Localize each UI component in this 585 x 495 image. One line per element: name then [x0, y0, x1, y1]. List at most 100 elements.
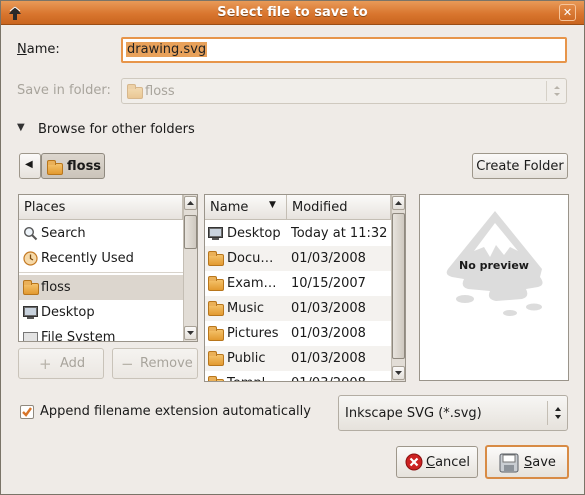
- places-separator: [19, 272, 183, 273]
- file-name: Pictures: [227, 326, 279, 341]
- places-pane: Places Search Recently Used floss Deskto…: [18, 194, 198, 342]
- file-row[interactable]: Docu… 01/03/2008: [205, 246, 391, 271]
- places-item-floss[interactable]: floss: [19, 275, 183, 300]
- save-dialog-window: Select file to save to ✕ Name: drawing.s…: [0, 0, 585, 495]
- file-row[interactable]: Public 01/03/2008: [205, 346, 391, 371]
- folder-icon: [208, 376, 224, 381]
- title-bar[interactable]: Select file to save to ✕: [1, 1, 584, 25]
- places-item-label: File System: [41, 330, 116, 342]
- cancel-label: Cancel: [426, 455, 471, 470]
- path-folder-button[interactable]: floss: [41, 153, 105, 179]
- combo-arrows-icon: [547, 401, 567, 425]
- places-item-label: Recently Used: [41, 251, 134, 266]
- places-scrollbar[interactable]: [183, 195, 197, 341]
- file-name: Desktop: [227, 226, 281, 241]
- filename-value: drawing.svg: [126, 42, 208, 57]
- scroll-thumb[interactable]: [184, 215, 197, 249]
- file-modified: 01/03/2008: [291, 376, 366, 381]
- file-name: Exam…: [227, 276, 277, 291]
- file-type-value: Inkscape SVG (*.svg): [345, 406, 482, 421]
- file-name: Public: [227, 351, 266, 366]
- column-header-name[interactable]: Name ▼: [205, 195, 287, 220]
- append-extension-label: Append filename extension automatically: [40, 404, 311, 419]
- create-folder-label: Create Folder: [476, 159, 564, 174]
- sort-descending-icon: ▼: [269, 200, 276, 210]
- scroll-down-icon[interactable]: [184, 326, 197, 340]
- file-modified: 01/03/2008: [291, 326, 366, 341]
- scroll-down-icon[interactable]: [392, 366, 405, 380]
- places-item-recent[interactable]: Recently Used: [19, 246, 183, 271]
- combo-arrows-icon: [546, 81, 566, 101]
- path-folder-label: floss: [67, 159, 102, 174]
- desktop-icon: [208, 227, 223, 240]
- home-folder-icon: [47, 160, 63, 175]
- file-name: Templ…: [227, 376, 278, 381]
- drive-icon: [23, 332, 38, 341]
- folder-icon: [208, 276, 224, 291]
- preview-pane: No preview: [419, 194, 569, 381]
- file-row[interactable]: Templ… 01/03/2008: [205, 371, 391, 381]
- file-modified: 01/03/2008: [291, 301, 366, 316]
- save-in-folder-combo: floss: [121, 78, 567, 104]
- path-back-button[interactable]: ◀: [19, 153, 41, 179]
- save-button[interactable]: Save: [485, 445, 569, 479]
- desktop-icon: [23, 306, 38, 319]
- browse-folders-label: Browse for other folders: [38, 122, 195, 137]
- file-type-select[interactable]: Inkscape SVG (*.svg): [338, 395, 568, 431]
- folder-icon: [208, 326, 224, 341]
- home-folder-icon: [23, 280, 39, 295]
- remove-bookmark-button[interactable]: − Remove: [112, 348, 198, 379]
- file-modified: 01/03/2008: [291, 251, 366, 266]
- file-row[interactable]: Desktop Today at 11:32: [205, 221, 391, 246]
- add-bookmark-button[interactable]: + Add: [18, 348, 104, 379]
- floppy-disk-icon: [499, 453, 519, 473]
- cancel-button[interactable]: Cancel: [396, 446, 478, 478]
- remove-bookmark-label: Remove: [140, 356, 193, 371]
- search-icon: [23, 226, 38, 241]
- no-preview-text: No preview: [459, 259, 529, 272]
- save-label-rest: ave: [532, 455, 556, 470]
- create-folder-button[interactable]: Create Folder: [472, 153, 568, 179]
- file-modified: 01/03/2008: [291, 351, 366, 366]
- save-in-folder-value: floss: [145, 84, 175, 99]
- places-item-label: Desktop: [41, 305, 95, 320]
- folder-icon: [127, 84, 143, 99]
- file-name: Docu…: [227, 251, 274, 266]
- cancel-icon: [405, 453, 423, 471]
- name-label-mnemonic: N: [17, 42, 27, 57]
- close-icon[interactable]: ✕: [559, 4, 576, 21]
- recent-icon: [23, 251, 38, 266]
- column-header-modified[interactable]: Modified: [287, 195, 391, 220]
- scroll-up-icon[interactable]: [184, 196, 197, 210]
- places-item-search[interactable]: Search: [19, 221, 183, 246]
- file-row[interactable]: Music 01/03/2008: [205, 296, 391, 321]
- remove-icon: −: [121, 355, 134, 373]
- places-item-label: Search: [41, 226, 86, 241]
- places-item-filesystem[interactable]: File System: [19, 325, 183, 342]
- file-row[interactable]: Pictures 01/03/2008: [205, 321, 391, 346]
- append-extension-checkbox[interactable]: [20, 405, 34, 419]
- save-label: Save: [524, 455, 556, 470]
- column-name-label: Name: [210, 200, 249, 215]
- scroll-up-icon[interactable]: [392, 196, 405, 210]
- file-list-scrollbar[interactable]: [391, 195, 405, 381]
- file-modified: 10/15/2007: [291, 276, 366, 291]
- add-bookmark-label: Add: [60, 356, 86, 371]
- filename-input[interactable]: drawing.svg: [121, 37, 567, 63]
- folder-icon: [208, 251, 224, 266]
- places-item-label: floss: [41, 280, 71, 295]
- scroll-thumb[interactable]: [392, 213, 405, 359]
- places-header[interactable]: Places: [19, 195, 183, 220]
- checkmark-icon: [22, 407, 32, 417]
- window-title: Select file to save to: [217, 5, 368, 20]
- folder-icon: [208, 351, 224, 366]
- places-item-desktop[interactable]: Desktop: [19, 300, 183, 325]
- name-label: Name:: [17, 42, 60, 57]
- back-arrow-icon: ◀: [25, 159, 33, 170]
- expander-arrow-icon: ▼: [17, 122, 25, 133]
- file-row[interactable]: Exam… 10/15/2007: [205, 271, 391, 296]
- file-list-pane: Name ▼ Modified Desktop Today at 11:32 Doc…: [204, 194, 406, 382]
- save-in-folder-label: Save in folder:: [17, 83, 111, 98]
- file-modified: Today at 11:32: [291, 226, 388, 241]
- folder-icon: [208, 301, 224, 316]
